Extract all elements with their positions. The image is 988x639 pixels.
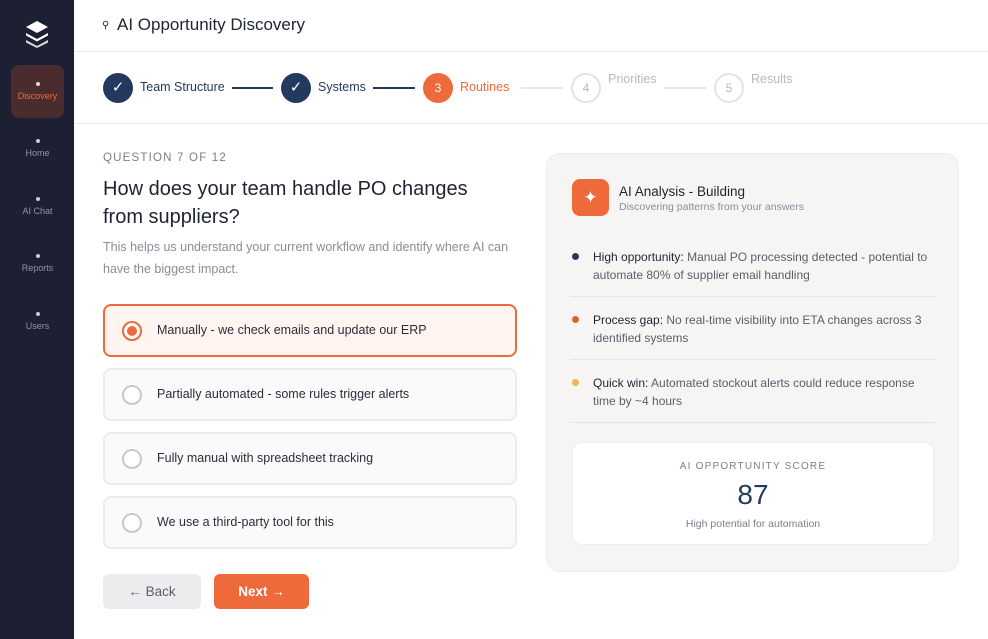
sparkle-icon: ✦ (572, 179, 609, 216)
radio-unselected[interactable] (122, 385, 142, 405)
step-connector (664, 87, 706, 89)
answer-option[interactable]: Partially automated - some rules trigger… (103, 368, 517, 421)
progress-stepper: ✓ Team Structure ✓ Systems 3 Routines 4 … (74, 52, 988, 124)
answer-option-label: Manually - we check emails and update ou… (157, 323, 427, 337)
panel-title: AI Analysis - Building (619, 184, 746, 199)
sidebar-item-label: AI Chat (22, 206, 53, 216)
radio-selected[interactable] (122, 321, 142, 341)
insight-text: Quick win: Automated stockout alerts cou… (593, 374, 933, 410)
score-label: AI OPPORTUNITY SCORE (679, 461, 827, 472)
sidebar: Discovery Home AI Chat Reports Users (0, 0, 74, 639)
logo-icon (26, 21, 48, 48)
question-help-text: This helps us understand your current wo… (103, 240, 509, 276)
status-dot-icon (572, 379, 579, 386)
step-1-check-icon[interactable]: ✓ (103, 73, 133, 103)
score-caption: High potential for automation (685, 518, 821, 530)
discovery-icon (35, 82, 40, 86)
insight-tag: High opportunity: (593, 250, 684, 264)
answer-option-label: Fully manual with spreadsheet tracking (157, 451, 374, 465)
step-1-label[interactable]: Team Structure (140, 80, 225, 95)
insight-tag: Quick win: (593, 376, 649, 390)
answer-option-label: We use a third-party tool for this (157, 515, 334, 529)
sidebar-item-label: Users (25, 321, 50, 331)
next-button[interactable]: Next → (214, 574, 309, 609)
chat-icon (35, 197, 40, 201)
sidebar-item-label: Discovery (17, 91, 58, 101)
radio-unselected[interactable] (122, 449, 142, 469)
step-2-check-icon[interactable]: ✓ (281, 73, 311, 103)
divider (570, 359, 935, 360)
insight-text: High opportunity: Manual PO processing d… (593, 248, 933, 284)
answer-option[interactable]: We use a third-party tool for this (103, 496, 517, 549)
insight-tag: Process gap: (593, 313, 664, 327)
panel-subtitle: Discovering patterns from your answers (619, 201, 804, 213)
step-3-label[interactable]: Routines (460, 80, 509, 95)
users-icon (35, 312, 40, 316)
sidebar-item-reports[interactable]: Reports (11, 237, 64, 290)
sidebar-item-users[interactable]: Users (11, 295, 64, 348)
answer-option-label: Partially automated - some rules trigger… (157, 387, 410, 401)
page-header: ⚲ AI Opportunity Discovery (74, 0, 988, 52)
reports-icon (35, 254, 40, 258)
answer-option[interactable]: Fully manual with spreadsheet tracking (103, 432, 517, 485)
divider (570, 296, 935, 297)
step-5-label[interactable]: Results (751, 72, 793, 87)
sidebar-item-ai-chat[interactable]: AI Chat (11, 180, 64, 233)
page-title: AI Opportunity Discovery (117, 15, 306, 34)
step-connector (521, 87, 563, 89)
divider (570, 422, 935, 423)
sidebar-item-label: Reports (21, 263, 54, 273)
status-dot-icon (572, 316, 579, 323)
step-3-number[interactable]: 3 (423, 73, 453, 103)
home-icon (35, 139, 40, 143)
step-connector (373, 87, 415, 89)
question-title: How does your team handle PO changes fro… (103, 178, 468, 228)
opportunity-score-card: AI OPPORTUNITY SCORE 87 High potential f… (572, 442, 934, 545)
score-value: 87 (737, 479, 769, 510)
step-4-label[interactable]: Priorities (608, 72, 657, 87)
sidebar-item-discovery[interactable]: Discovery (11, 65, 64, 118)
question-counter: QUESTION 7 OF 12 (103, 152, 228, 164)
step-2-label[interactable]: Systems (318, 80, 366, 95)
step-5-number[interactable]: 5 (714, 73, 744, 103)
step-connector (232, 87, 273, 89)
search-icon: ⚲ (102, 20, 110, 31)
ai-analysis-panel: ✦ AI Analysis - Building Discovering pat… (546, 153, 959, 572)
insight-text: Process gap: No real-time visibility int… (593, 311, 933, 347)
sidebar-item-label: Home (25, 148, 50, 158)
radio-unselected[interactable] (122, 513, 142, 533)
status-dot-icon (572, 253, 579, 260)
answer-option[interactable]: Manually - we check emails and update ou… (103, 304, 517, 357)
sidebar-item-home[interactable]: Home (11, 122, 64, 175)
step-4-number[interactable]: 4 (571, 73, 601, 103)
back-button[interactable]: ← Back (103, 574, 201, 609)
